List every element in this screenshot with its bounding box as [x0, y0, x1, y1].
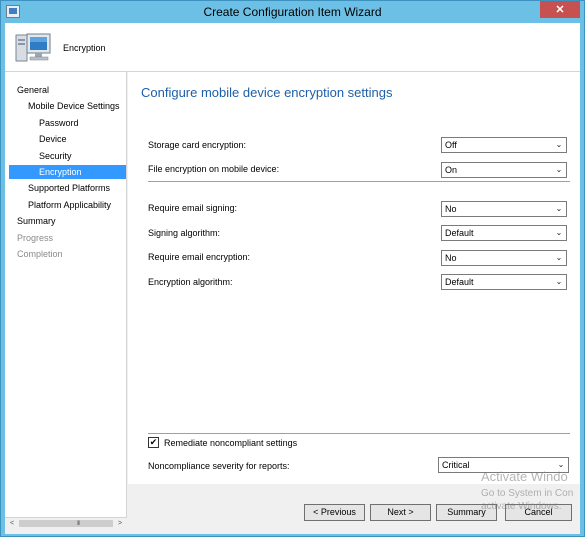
- next-button[interactable]: Next >: [370, 504, 431, 521]
- encryption-algorithm-select[interactable]: Default ⌄: [441, 274, 567, 290]
- chevron-down-icon: ⌄: [555, 277, 563, 286]
- nav-item-supported-platforms[interactable]: Supported Platforms: [28, 181, 110, 195]
- close-icon: ✕: [555, 4, 565, 16]
- select-value: Off: [445, 140, 457, 150]
- nav-item-summary[interactable]: Summary: [17, 214, 56, 228]
- chevron-down-icon: ⌄: [555, 165, 563, 174]
- chevron-down-icon: ⌄: [557, 460, 565, 469]
- nav-item-general[interactable]: General: [17, 83, 49, 97]
- scroll-right-icon[interactable]: >: [114, 518, 126, 529]
- header-title: Encryption: [63, 43, 106, 53]
- require-email-signing-label: Require email signing:: [148, 203, 238, 213]
- scroll-grip-icon: III: [77, 521, 80, 527]
- chevron-down-icon: ⌄: [555, 140, 563, 149]
- check-icon: ✔: [149, 437, 158, 447]
- chevron-down-icon: ⌄: [555, 253, 563, 262]
- previous-button[interactable]: < Previous: [304, 504, 365, 521]
- close-button[interactable]: ✕: [540, 1, 580, 18]
- chevron-down-icon: ⌄: [555, 228, 563, 237]
- scroll-thumb[interactable]: III: [19, 520, 113, 527]
- scroll-left-icon[interactable]: <: [6, 518, 18, 529]
- storage-card-encryption-select[interactable]: Off ⌄: [441, 137, 567, 153]
- title-bar[interactable]: Create Configuration Item Wizard ✕: [1, 1, 584, 23]
- signing-algorithm-select[interactable]: Default ⌄: [441, 225, 567, 241]
- signing-algorithm-label: Signing algorithm:: [148, 228, 221, 238]
- require-email-signing-select[interactable]: No ⌄: [441, 201, 567, 217]
- divider: [148, 181, 570, 182]
- remediate-checkbox[interactable]: ✔: [148, 437, 159, 448]
- nav-item-platform-applicability[interactable]: Platform Applicability: [28, 198, 111, 212]
- window-title: Create Configuration Item Wizard: [203, 5, 382, 19]
- wizard-header: Encryption: [5, 23, 580, 72]
- file-encryption-label: File encryption on mobile device:: [148, 164, 280, 174]
- nav-item-completion: Completion: [17, 249, 63, 259]
- nav-item-security[interactable]: Security: [39, 149, 72, 163]
- require-email-encryption-label: Require email encryption:: [148, 252, 251, 262]
- divider: [148, 433, 570, 434]
- nav-horizontal-scrollbar[interactable]: < III >: [5, 517, 127, 529]
- severity-label: Noncompliance severity for reports:: [148, 461, 290, 471]
- select-value: Default: [445, 277, 474, 287]
- wizard-client: Encryption General Mobile Device Setting…: [5, 23, 580, 534]
- nav-item-password[interactable]: Password: [39, 116, 79, 130]
- nav-item-encryption[interactable]: Encryption: [9, 165, 126, 179]
- file-encryption-select[interactable]: On ⌄: [441, 162, 567, 178]
- severity-select[interactable]: Critical ⌄: [438, 457, 569, 473]
- window-controls: ✕: [540, 1, 580, 18]
- settings-panel: Configure mobile device encryption setti…: [128, 72, 580, 484]
- select-value: Critical: [442, 460, 470, 470]
- nav-item-mobile-device-settings[interactable]: Mobile Device Settings: [28, 99, 120, 113]
- nav-item-progress: Progress: [17, 233, 54, 243]
- remediate-label: Remediate noncompliant settings: [164, 438, 298, 448]
- encryption-algorithm-label: Encryption algorithm:: [148, 277, 233, 287]
- select-value: No: [445, 253, 457, 263]
- chevron-down-icon: ⌄: [555, 204, 563, 213]
- summary-button[interactable]: Summary: [436, 504, 497, 521]
- select-value: Default: [445, 228, 474, 238]
- select-value: No: [445, 204, 457, 214]
- wizard-nav: General Mobile Device Settings Password …: [5, 72, 127, 529]
- storage-card-encryption-label: Storage card encryption:: [148, 140, 247, 150]
- wizard-window: Create Configuration Item Wizard ✕ Encry…: [0, 0, 585, 537]
- cancel-button[interactable]: Cancel: [505, 504, 572, 521]
- select-value: On: [445, 165, 458, 175]
- nav-item-device[interactable]: Device: [39, 132, 67, 146]
- page-title: Configure mobile device encryption setti…: [141, 85, 393, 100]
- computer-icon: [15, 33, 51, 62]
- button-bar: < Previous Next > Summary Cancel: [128, 484, 580, 529]
- require-email-encryption-select[interactable]: No ⌄: [441, 250, 567, 266]
